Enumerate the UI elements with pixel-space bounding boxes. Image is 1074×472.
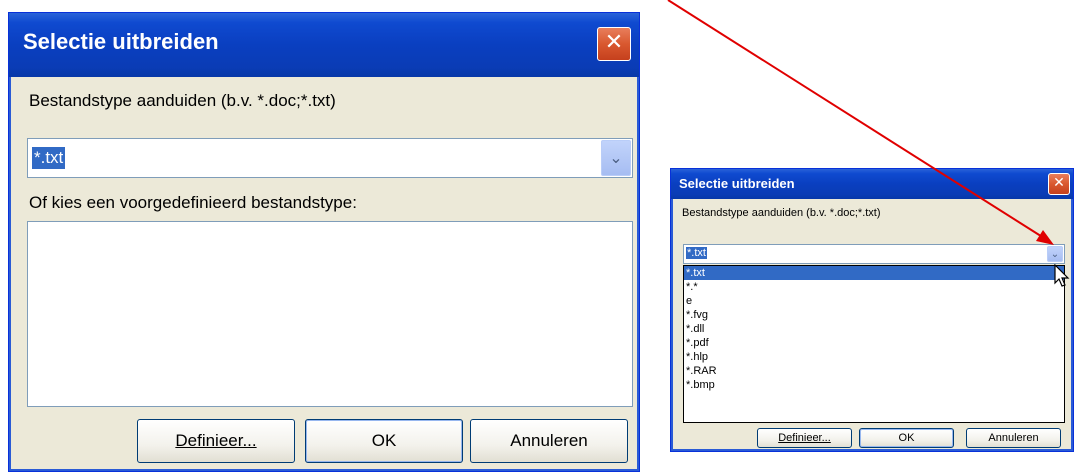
- filetype-option[interactable]: *.bmp: [684, 378, 1064, 392]
- filetype-input-value[interactable]: *.txt: [686, 247, 707, 259]
- mouse-pointer-icon: [1054, 264, 1070, 287]
- filetype-option[interactable]: *.*: [684, 280, 1064, 294]
- define-button[interactable]: Definieer...: [137, 419, 295, 463]
- cancel-button[interactable]: Annuleren: [966, 428, 1061, 448]
- small-dialog-titlebar[interactable]: Selectie uitbreiden ✕: [671, 169, 1073, 199]
- predefined-filetype-list[interactable]: [27, 221, 633, 407]
- small-dialog: Selectie uitbreiden ✕ Bestandstype aandu…: [670, 168, 1074, 452]
- filetype-combobox[interactable]: *.txt ⌄: [683, 244, 1065, 264]
- ok-button[interactable]: OK: [305, 419, 463, 463]
- close-icon[interactable]: ✕: [1048, 173, 1070, 195]
- define-button-label: Definieer...: [778, 432, 831, 444]
- close-icon[interactable]: ✕: [597, 27, 631, 61]
- filetype-option[interactable]: *.txt: [684, 266, 1064, 280]
- chevron-down-icon[interactable]: ⌄: [1047, 246, 1063, 262]
- large-dialog-titlebar[interactable]: Selectie uitbreiden ✕: [9, 13, 639, 77]
- ok-button[interactable]: OK: [859, 428, 954, 448]
- large-dialog: Selectie uitbreiden ✕ Bestandstype aandu…: [8, 12, 640, 472]
- filetype-option[interactable]: *.fvg: [684, 308, 1064, 322]
- small-dialog-title: Selectie uitbreiden: [679, 176, 795, 191]
- filetype-input-value[interactable]: *.txt: [32, 147, 66, 169]
- filetype-option[interactable]: *.dll: [684, 322, 1064, 336]
- filetype-label: Bestandstype aanduiden (b.v. *.doc;*.txt…: [29, 91, 336, 110]
- filetype-option[interactable]: *.hlp: [684, 350, 1064, 364]
- chevron-down-icon[interactable]: ⌄: [601, 140, 631, 176]
- filetype-combobox[interactable]: *.txt ⌄: [27, 138, 633, 178]
- large-dialog-title: Selectie uitbreiden: [23, 29, 219, 54]
- cancel-button[interactable]: Annuleren: [470, 419, 628, 463]
- define-button[interactable]: Definieer...: [757, 428, 852, 448]
- filetype-option[interactable]: *.pdf: [684, 336, 1064, 350]
- filetype-label: Bestandstype aanduiden (b.v. *.doc;*.txt…: [682, 207, 881, 219]
- filetype-option[interactable]: *.RAR: [684, 364, 1064, 378]
- filetype-option[interactable]: e: [684, 294, 1064, 308]
- define-button-label: Definieer...: [175, 431, 257, 450]
- predefined-label: Of kies een voorgedefinieerd bestandstyp…: [29, 193, 357, 212]
- filetype-dropdown-list[interactable]: *.txt *.* e *.fvg *.dll *.pdf *.hlp *.RAR *.bmp: [683, 265, 1065, 423]
